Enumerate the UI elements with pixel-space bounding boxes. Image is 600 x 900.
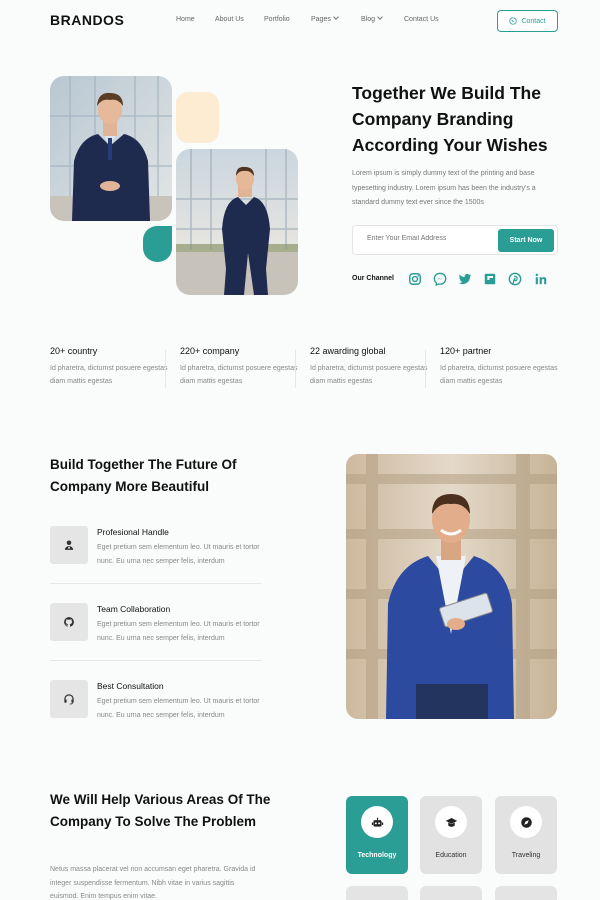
email-subscribe-form: Start Now [352,225,558,255]
hero-description: Lorem ipsum is simply dummy text of the … [352,170,536,206]
nav-item-blog[interactable]: Blog [361,14,383,23]
headset-icon [50,680,88,718]
nav-item-pages-label: Pages [311,16,331,23]
messenger-icon[interactable] [433,272,447,286]
chevron-down-icon [333,14,339,20]
stat-company: 220+ company Id pharetra, dictumst posue… [180,346,298,388]
divider [425,350,426,388]
category-card-education[interactable]: Education [420,796,482,874]
nav-item-blog-label: Blog [361,16,376,23]
category-card-traveling[interactable]: Traveling [495,796,557,874]
feature-title: Best Consultation [97,681,164,691]
feature-title: Team Collaboration [97,604,171,614]
stat-description: Id pharetra, dictumst posuere egestas di… [50,365,168,385]
robot-icon [361,806,393,838]
pinterest-icon[interactable] [508,272,522,286]
stat-title: 120+ partner [440,346,492,356]
instagram-icon[interactable] [408,272,422,286]
compass-icon [510,806,542,838]
stat-description: Id pharetra, dictumst posuere egestas di… [440,365,558,385]
category-label: Education [435,852,467,859]
nav-item-pages[interactable]: Pages [311,14,339,23]
category-label: Technology [357,852,397,859]
nav-item-contact[interactable]: Contact Us [404,16,439,23]
stat-awarding: 22 awarding global Id pharetra, dictumst… [310,346,428,388]
feature-description: Eget pretium sem elementum leo. Ut mauri… [97,698,260,719]
stat-description: Id pharetra, dictumst posuere egestas di… [310,365,428,385]
category-card-partial[interactable] [346,886,408,900]
divider [165,350,166,388]
feature-description: Eget pretium sem elementum leo. Ut mauri… [97,544,260,565]
contact-button-label: Contact [521,17,546,25]
feature-item: Best Consultation Eget pretium sem eleme… [50,680,261,720]
decor-peach-block [176,92,219,143]
feature-title: Profesional Handle [97,527,169,537]
stat-title: 20+ country [50,346,98,356]
email-input[interactable] [367,235,487,242]
divider [50,583,261,584]
top-nav: BRANDOS Home About Us Portfolio Pages Bl… [0,0,600,42]
feature-item: Team Collaboration Eget pretium sem elem… [50,603,261,643]
twitter-icon[interactable] [458,272,472,286]
stat-description: Id pharetra, dictumst posuere egestas di… [180,365,298,385]
divider [50,660,261,661]
areas-title: We Will Help Various Areas Of The Compan… [50,792,271,829]
flipboard-icon[interactable] [483,272,497,286]
nav-item-home[interactable]: Home [176,16,195,23]
areas-description: Netus massa placerat vel non accumsan eg… [50,866,256,900]
divider [295,350,296,388]
hero-photo-businessman-1 [50,76,172,221]
hero-photo-businessman-2 [176,149,298,295]
start-now-button[interactable]: Start Now [498,229,554,252]
features-title: Build Together The Future Of Company Mor… [50,457,237,494]
graduation-cap-icon [435,806,467,838]
category-card-partial[interactable] [495,886,557,900]
linkedin-icon[interactable] [534,272,548,286]
stat-title: 220+ company [180,346,240,356]
category-label: Traveling [511,852,541,859]
our-channel-label: Our Channel [352,275,395,282]
stat-country: 20+ country Id pharetra, dictumst posuer… [50,346,168,388]
github-icon [50,603,88,641]
feature-description: Eget pretium sem elementum leo. Ut mauri… [97,621,260,642]
category-card-partial[interactable] [420,886,482,900]
decor-teal-block [143,226,172,262]
feature-item: Profesional Handle Eget pretium sem elem… [50,526,261,566]
nav-item-about[interactable]: About Us [215,16,244,23]
stat-title: 22 awarding global [310,346,386,356]
feature-photo-businessman-tablet [346,454,557,719]
whatsapp-icon [509,17,518,25]
stat-partner: 120+ partner Id pharetra, dictumst posue… [440,346,558,388]
brand-logo[interactable]: BRANDOS [50,12,124,28]
nav-item-portfolio[interactable]: Portfolio [264,16,290,23]
hero-title: Together We Build The Company Branding A… [352,83,548,155]
chevron-down-icon [377,14,383,20]
category-card-technology[interactable]: Technology [346,796,408,874]
user-headset-icon [50,526,88,564]
contact-button[interactable]: Contact [497,10,558,32]
